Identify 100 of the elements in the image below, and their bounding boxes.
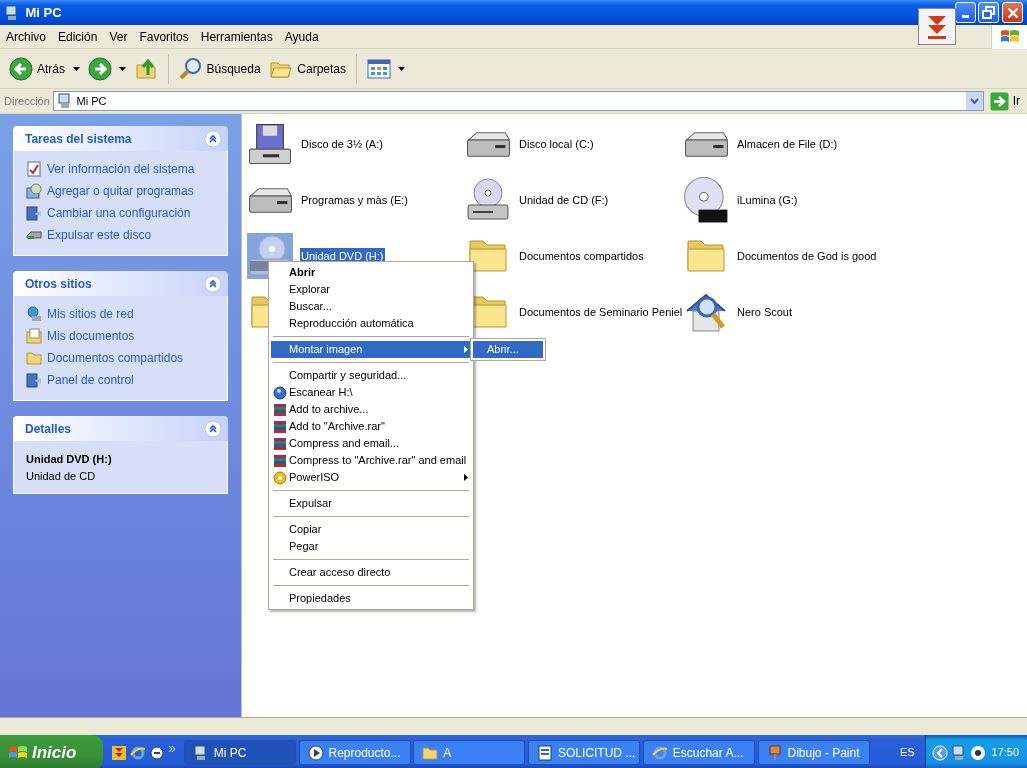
item-label[interactable]: Programas y màs (E:) <box>300 191 409 209</box>
task-link[interactable]: Expulsar este disco <box>26 224 152 246</box>
menu-item[interactable]: Compartir y seguridad... <box>271 367 471 384</box>
collapse-icon[interactable] <box>204 274 222 293</box>
window-title: Mi PC <box>25 3 62 22</box>
computer-icon <box>192 744 209 761</box>
panel-header[interactable]: Otros sitios <box>13 271 228 296</box>
task-link[interactable]: Mis sitios de red <box>26 303 134 325</box>
caret-icon <box>72 66 80 71</box>
item-label[interactable]: Documentos compartidos <box>518 247 645 265</box>
document-icon <box>537 744 553 761</box>
taskbar-button[interactable]: Dibujo - Paint <box>757 740 870 765</box>
item-label[interactable]: Disco de 3½ (A:) <box>300 135 384 153</box>
language-indicator[interactable]: ES <box>892 744 923 761</box>
minimize-icon <box>961 15 969 18</box>
tray-app-icon[interactable] <box>969 744 986 761</box>
taskbar-button[interactable]: Mi PC <box>183 740 296 765</box>
menu-item[interactable]: Favoritos <box>133 25 195 48</box>
menu-item[interactable]: PowerISO <box>271 469 471 486</box>
control-panel-icon <box>26 205 42 221</box>
taskbar-button[interactable]: Escuchar A... <box>642 740 755 765</box>
task-link[interactable]: Panel de control <box>26 369 134 391</box>
menu-item[interactable]: Montar imagen <box>271 341 471 358</box>
menu-item[interactable]: Ver <box>103 25 134 48</box>
search-icon <box>178 56 203 81</box>
dropdown-button[interactable] <box>396 64 408 73</box>
floppy-drive-icon <box>249 124 291 164</box>
menu-item[interactable]: Copiar <box>271 521 471 538</box>
taskbar-button[interactable]: Reproducto... <box>298 740 411 765</box>
computer-icon <box>4 4 20 21</box>
hard-drive-icon <box>248 187 292 213</box>
task-link[interactable]: Documentos compartidos <box>26 347 184 369</box>
go-button[interactable]: Ir <box>986 89 1023 113</box>
address-field[interactable]: Mi PC <box>52 91 984 111</box>
item-label[interactable]: iLumina (G:) <box>736 191 799 209</box>
search-button[interactable]: Búsqueda <box>175 54 264 83</box>
item-label[interactable]: Documentos de God is good <box>736 247 878 265</box>
browser-icon <box>651 744 668 761</box>
task-link[interactable]: Ver información del sistema <box>26 158 195 180</box>
menu-item[interactable]: Abrir... <box>473 341 543 358</box>
menu-item[interactable]: Buscar... <box>271 298 471 315</box>
panel-header[interactable]: Tareas del sistema <box>13 126 228 151</box>
menu-item[interactable]: Reproducción automática <box>271 315 471 332</box>
item-label[interactable]: Unidad de CD (F:) <box>518 191 610 209</box>
menu-item[interactable]: Propiedades <box>271 590 471 607</box>
menu-item[interactable]: Add to archive... <box>271 401 471 418</box>
submenu-arrow-icon <box>464 474 468 481</box>
restore-button[interactable] <box>978 2 1000 23</box>
play-icon <box>307 744 324 761</box>
menu-item[interactable]: Compress to "Archive.rar" and email <box>271 452 471 469</box>
menu-item[interactable]: Add to "Archive.rar" <box>271 418 471 435</box>
scan-icon <box>273 385 287 400</box>
menu-item[interactable]: Ayuda <box>278 25 325 48</box>
dropdown-button[interactable] <box>70 64 82 73</box>
caret-icon <box>398 66 406 71</box>
menu-item[interactable]: Crear acceso directo <box>271 564 471 581</box>
hard-drive-icon <box>684 131 728 157</box>
item-label[interactable]: Documentos de Seminario Peniel <box>518 303 684 321</box>
panel-title: Detalles <box>25 420 72 438</box>
menu-item[interactable]: Escanear H:\ <box>271 384 471 401</box>
books-stack-icon <box>273 419 287 434</box>
chevron-down-icon <box>969 98 979 104</box>
app-icon <box>148 744 165 761</box>
task-link[interactable]: Mis documentos <box>26 325 135 347</box>
dropdown-button[interactable] <box>965 92 983 110</box>
item-label[interactable]: Almacen de File (D:) <box>736 135 839 153</box>
tray-expand-icon[interactable] <box>932 744 949 761</box>
menu-item[interactable]: Abrir <box>271 264 471 281</box>
menu-item[interactable]: Edición <box>52 25 104 48</box>
quick-launch-button[interactable] <box>148 744 165 761</box>
collapse-icon[interactable] <box>204 419 222 438</box>
menu-item[interactable]: Compress and email... <box>271 435 471 452</box>
folders-button[interactable]: Carpetas <box>266 54 349 83</box>
collapse-icon[interactable] <box>204 129 222 148</box>
menu-item[interactable]: Herramientas <box>194 25 279 48</box>
taskbar-button[interactable]: A <box>413 740 526 765</box>
close-button[interactable] <box>1002 2 1023 23</box>
menu-item[interactable]: Pegar <box>271 538 471 555</box>
item-label[interactable]: Disco local (C:) <box>518 135 595 153</box>
download-overlay-button[interactable] <box>918 8 956 45</box>
control-panel-icon <box>26 372 42 388</box>
cd-drive-icon <box>465 177 511 223</box>
submenu-arrow-icon <box>464 346 468 353</box>
dropdown-button[interactable] <box>117 64 129 73</box>
clock: 17:50 <box>991 745 1019 761</box>
chevron-icon[interactable] <box>167 744 176 753</box>
item-label[interactable]: Nero Scout <box>736 303 794 321</box>
menu-item[interactable]: Expulsar <box>271 495 471 512</box>
minimize-button[interactable] <box>954 2 976 23</box>
folder-up-icon <box>134 56 158 81</box>
menu-item[interactable]: Archivo <box>0 25 52 48</box>
task-link[interactable]: Cambiar una configuración <box>26 202 191 224</box>
menu-item[interactable]: Explorar <box>271 281 471 298</box>
back-button[interactable]: Atrás <box>6 54 68 83</box>
panel-header[interactable]: Detalles <box>13 416 228 441</box>
details-type: Unidad de CD <box>26 468 97 484</box>
task-link[interactable]: Agregar o quitar programas <box>26 180 194 202</box>
start-button[interactable]: Inicio <box>0 735 103 768</box>
hard-drive-icon <box>466 131 510 157</box>
taskbar-button[interactable]: SOLICITUD ... <box>528 740 640 765</box>
